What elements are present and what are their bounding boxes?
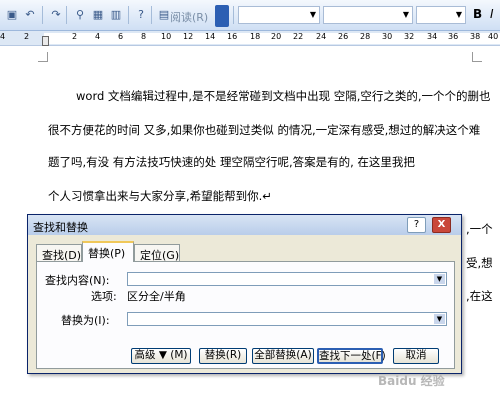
ruler-tick: 8 bbox=[141, 32, 147, 41]
margin-corner-left bbox=[38, 52, 48, 62]
document-line[interactable]: 个人习惯拿出来与大家分享,希望能帮到你.↵ bbox=[48, 188, 272, 204]
find-what-input[interactable]: ▼ bbox=[127, 272, 447, 286]
ruler-tick: 24 bbox=[316, 32, 327, 41]
margin-corner-right bbox=[472, 52, 482, 62]
replace-tab-panel: 查找内容(N): ▼ 选项: 区分全/半角 替换为(I): ▼ 高级 ▼ (M)… bbox=[36, 261, 455, 369]
ruler-tick: 28 bbox=[360, 32, 371, 41]
toolbar-separator bbox=[66, 6, 67, 24]
horizontal-ruler[interactable]: 4 2 2 4 6 8 10 12 14 16 18 20 22 24 26 2… bbox=[0, 31, 500, 46]
ruler-tick: 40 bbox=[488, 32, 499, 41]
tab-find[interactable]: 查找(D) bbox=[36, 244, 82, 262]
document-line[interactable]: 题了吗,有没 有方法技巧快速的处 理空隔空行呢,答案是有的, 在这里我把 bbox=[48, 154, 415, 170]
options-label: 选项: bbox=[91, 290, 117, 303]
ruler-tick: 18 bbox=[250, 32, 261, 41]
ruler-tick: 12 bbox=[183, 32, 194, 41]
chevron-down-icon[interactable]: ▼ bbox=[434, 314, 445, 324]
tab-goto[interactable]: 定位(G) bbox=[134, 244, 180, 262]
toolbar-options-button[interactable] bbox=[215, 5, 229, 27]
ruler-tick: 36 bbox=[448, 32, 459, 41]
dialog-title: 查找和替换 bbox=[33, 221, 88, 234]
find-replace-dialog: 查找和替换 ? X 查找(D) 替换(P) 定位(G) 查找内容(N): ▼ 选… bbox=[27, 214, 462, 374]
cancel-button[interactable]: 取消 bbox=[393, 348, 439, 364]
options-value: 区分全/半角 bbox=[127, 290, 186, 303]
help-button[interactable]: ? bbox=[407, 217, 426, 233]
toolbar-separator bbox=[42, 6, 43, 24]
ruler-tick: 32 bbox=[404, 32, 415, 41]
font-size-combo[interactable]: ▼ bbox=[416, 6, 466, 24]
indent-marker[interactable] bbox=[42, 36, 49, 46]
bold-button[interactable]: B bbox=[473, 7, 482, 21]
document-line[interactable]: 很不方便花的时间 又多,如果你也碰到过类似 的情况,一定深有感受,想过的解决这个… bbox=[48, 122, 480, 138]
watermark-logo: Baidu 经验 bbox=[378, 374, 445, 388]
hyperlink-icon[interactable]: ⚲ bbox=[72, 7, 88, 23]
replace-button[interactable]: 替换(R) bbox=[199, 348, 247, 364]
ruler-tick: 2 bbox=[72, 32, 78, 41]
ruler-tick: 22 bbox=[293, 32, 304, 41]
undo-icon[interactable]: ↶ bbox=[22, 7, 38, 23]
italic-button[interactable]: I bbox=[490, 7, 494, 21]
find-next-button[interactable]: 查找下一处(F) bbox=[317, 348, 386, 364]
ruler-tick: 26 bbox=[338, 32, 349, 41]
formatting-toolbar: ▣ ↶ ↷ ⚲ ▦ ▥ ? ▤ 阅读(R) ▼ ▼ ▼ B I bbox=[0, 0, 500, 31]
replace-all-button[interactable]: 全部替换(A) bbox=[252, 348, 314, 364]
ruler-tick: 30 bbox=[382, 32, 393, 41]
chevron-down-icon: ▼ bbox=[309, 10, 317, 19]
document-line[interactable]: word 文档编辑过程中,是不是经常碰到文档中出现 空隔,空行之类的,一个个的删… bbox=[76, 88, 491, 104]
more-button[interactable]: 高级 ▼ (M) bbox=[131, 348, 191, 364]
help-icon[interactable]: ? bbox=[133, 7, 149, 23]
document-line-overflow[interactable]: ,一个 bbox=[466, 221, 493, 237]
redo-icon[interactable]: ↷ bbox=[48, 7, 64, 23]
read-mode-label[interactable]: 阅读(R) bbox=[170, 9, 208, 25]
document-line-overflow[interactable]: ,在这 bbox=[466, 288, 493, 304]
style-combo[interactable]: ▼ bbox=[238, 6, 320, 24]
replace-with-input[interactable]: ▼ bbox=[127, 312, 447, 326]
chevron-down-icon[interactable]: ▼ bbox=[434, 274, 445, 284]
toolbar-separator bbox=[128, 6, 129, 24]
ruler-tick: 20 bbox=[271, 32, 282, 41]
save-icon[interactable]: ▣ bbox=[4, 7, 20, 23]
tab-replace[interactable]: 替换(P) bbox=[82, 241, 134, 262]
ruler-tick: 34 bbox=[427, 32, 438, 41]
ruler-tick: 2 bbox=[24, 32, 30, 41]
font-combo[interactable]: ▼ bbox=[323, 6, 413, 24]
toolbar-separator bbox=[151, 6, 152, 24]
ruler-tick: 38 bbox=[470, 32, 481, 41]
ruler-tick: 10 bbox=[161, 32, 172, 41]
chevron-down-icon: ▼ bbox=[455, 10, 463, 19]
ruler-tick: 16 bbox=[227, 32, 238, 41]
replace-with-label: 替换为(I): bbox=[61, 314, 110, 327]
ruler-tick: 14 bbox=[205, 32, 216, 41]
chevron-down-icon: ▼ bbox=[402, 10, 410, 19]
dialog-title-bar[interactable]: 查找和替换 ? X bbox=[28, 215, 461, 235]
columns-icon[interactable]: ▥ bbox=[108, 7, 124, 23]
ruler-tick: 4 bbox=[95, 32, 101, 41]
close-button[interactable]: X bbox=[432, 217, 451, 233]
document-line-overflow[interactable]: 受,想 bbox=[466, 255, 493, 271]
toolbar-separator bbox=[233, 6, 234, 24]
ruler-tick: 6 bbox=[118, 32, 124, 41]
find-what-label: 查找内容(N): bbox=[45, 274, 110, 287]
table-icon[interactable]: ▦ bbox=[90, 7, 106, 23]
ruler-tick: 4 bbox=[0, 32, 6, 41]
